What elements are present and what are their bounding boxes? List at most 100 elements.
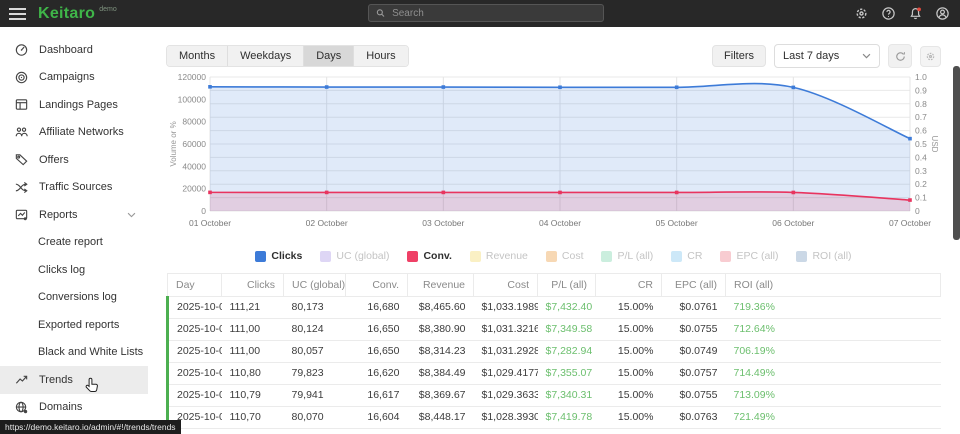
search-bar[interactable] [368,4,604,22]
cell-epc-all: $0.0755 [662,385,726,407]
column-header-conv[interactable]: Conv. [346,274,408,297]
help-button[interactable] [880,6,896,22]
legend-item-roi-all[interactable]: ROI (all) [796,250,851,262]
column-header-p-l-all[interactable]: P/L (all) [538,274,596,297]
legend-item-revenue[interactable]: Revenue [470,250,528,262]
column-header-revenue[interactable]: Revenue [408,274,474,297]
cell-uc-global: 80,173 [284,297,346,319]
sidebar-item-label: Domains [39,401,82,413]
left-axis-tick: 60000 [182,139,206,149]
sidebar-item-reports[interactable]: Reports [0,201,148,229]
cell-cost: $612.5678 [474,429,538,434]
table-row[interactable]: 2025-10-03111,0080,05716,650$8,314.23$1,… [168,341,941,363]
legend-item-clicks[interactable]: Clicks [255,250,302,262]
column-header-epc-all[interactable]: EPC (all) [662,274,726,297]
data-point [442,191,446,195]
sidebar-item-traffic-sources[interactable]: Traffic Sources [0,174,148,202]
sidebar-item-affiliate-networks[interactable]: Affiliate Networks [0,119,148,147]
tab-weekdays[interactable]: Weekdays [228,46,304,66]
cell-epc-all: $0.0763 [662,407,726,429]
right-axis-tick: 0.8 [915,99,927,109]
table-row[interactable]: 2025-10-01111,2180,17316,680$8,465.60$1,… [168,297,941,319]
date-range-select[interactable]: Last 7 days [774,44,880,68]
legend-item-cost[interactable]: Cost [546,250,584,262]
sidebar-item-conversions-log[interactable]: Conversions log [0,284,148,312]
chart-settings-button[interactable] [920,46,941,67]
table-row[interactable]: 2025-10-05110,7979,94116,617$8,369.67$1,… [168,385,941,407]
sidebar-item-trends[interactable]: Trends [0,366,148,394]
sidebar-item-label: Affiliate Networks [39,126,124,138]
cell-cr: 15.00% [596,341,662,363]
sidebar-item-black-and-white-lists[interactable]: Black and White Lists [0,339,148,367]
column-header-day[interactable]: Day [168,274,222,297]
sidebar-item-landings-pages[interactable]: Landings Pages [0,91,148,119]
cell-clicks: 111,21 [222,297,284,319]
sidebar-item-campaigns[interactable]: Campaigns [0,64,148,92]
filters-button[interactable]: Filters [712,45,766,67]
cell-epc-all: $0.0755 [662,319,726,341]
x-axis-label: 06 October [772,218,814,228]
column-header-cr[interactable]: CR [596,274,662,297]
column-header-roi-all[interactable]: ROI (all) [726,274,941,297]
left-axis-tick: 80000 [182,117,206,127]
cell-cr: 15.00% [596,363,662,385]
column-header-clicks[interactable]: Clicks [222,274,284,297]
cell-p-l-all: $4,329.28 [538,429,596,434]
account-button[interactable] [934,6,950,22]
search-input[interactable] [392,8,597,19]
sidebar-item-label: Reports [39,209,78,221]
cell-uc-global: 79,941 [284,385,346,407]
legend-item-epc-all[interactable]: EPC (all) [720,250,778,262]
column-header-cost[interactable]: Cost [474,274,538,297]
data-point [325,85,329,89]
sidebar-item-clicks-log[interactable]: Clicks log [0,256,148,284]
right-axis-tick: 0.2 [915,179,927,189]
sidebar-item-dashboard[interactable]: Dashboard [0,36,148,64]
tab-months[interactable]: Months [167,46,228,66]
column-header-uc-global[interactable]: UC (global) [284,274,346,297]
settings-gear-button[interactable] [853,6,869,22]
data-point [908,137,912,141]
left-axis-tick: 20000 [182,184,206,194]
sidebar-item-exported-reports[interactable]: Exported reports [0,311,148,339]
cell-epc-all: $0.0757 [662,363,726,385]
cell-uc-global: 80,057 [284,341,346,363]
sidebar-item-create-report[interactable]: Create report [0,229,148,257]
gear-icon [854,6,869,21]
series-area-conv [210,192,910,211]
tab-days[interactable]: Days [304,46,354,66]
table-row[interactable]: 2025-10-04110,8079,82316,620$8,384.49$1,… [168,363,941,385]
legend-item-cr[interactable]: CR [671,250,702,262]
notifications-button[interactable] [907,6,923,22]
cell-p-l-all: $7,349.58 [538,319,596,341]
menu-icon[interactable] [0,0,34,27]
trends-icon [14,372,29,387]
tab-hours[interactable]: Hours [354,46,407,66]
reports-icon [14,207,29,222]
cell-cost: $1,029.3633 [474,385,538,407]
x-axis-label: 04 October [539,218,581,228]
chevron-down-icon [862,53,871,59]
traffic-icon [14,180,29,195]
status-url: https://demo.keitaro.io/admin/#!/trends/… [0,420,181,434]
table-row[interactable]: 2025-10-02111,0080,12416,650$8,380.90$1,… [168,319,941,341]
data-point [442,85,446,89]
search-icon [375,7,386,19]
scrollbar-thumb[interactable] [953,66,960,240]
legend-item-p-l-all[interactable]: P/L (all) [601,250,653,262]
x-axis-label: 02 October [306,218,348,228]
sidebar-item-label: Dashboard [39,44,93,56]
campaigns-icon [14,70,29,85]
refresh-button[interactable] [888,44,912,68]
legend-swatch [796,251,807,262]
table-row[interactable]: 2025-10-06110,7080,07016,604$8,448.17$1,… [168,407,941,429]
sidebar-item-offers[interactable]: Offers [0,146,148,174]
cell-conv: 16,650 [346,341,408,363]
sidebar-item-label: Clicks log [38,264,85,276]
legend-label: UC (global) [336,250,389,262]
sidebar-item-label: Landings Pages [39,99,118,111]
table-row[interactable]: 2025-10-0764,7947,3559,804$4,941.85$612.… [168,429,941,434]
sidebar-item-domains[interactable]: Domains [0,394,148,422]
legend-item-conv[interactable]: Conv. [407,250,451,262]
legend-item-uc-global[interactable]: UC (global) [320,250,389,262]
